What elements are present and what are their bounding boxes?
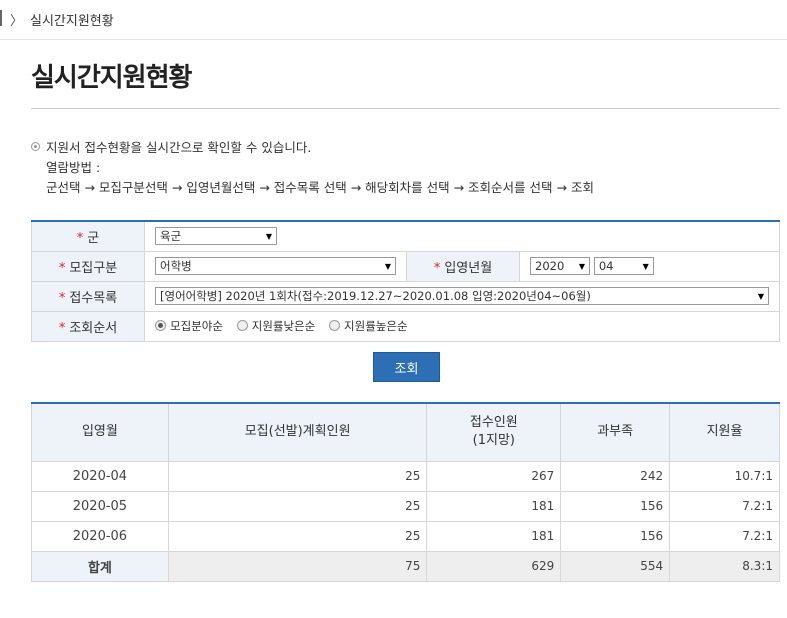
bullet-icon bbox=[31, 142, 40, 151]
radio-icon bbox=[329, 320, 341, 332]
table-total-row: 합계 75 629 554 8.3:1 bbox=[31, 550, 780, 582]
table-header-row: 입영월 모집(선발)계획인원 접수인원 (1지망) 과부족 지원율 bbox=[31, 402, 780, 462]
chevron-down-icon: ▼ bbox=[265, 231, 272, 241]
results-table: 입영월 모집(선발)계획인원 접수인원 (1지망) 과부족 지원율 2020-04… bbox=[31, 402, 780, 582]
table-row: 2020-05 25 181 156 7.2:1 bbox=[31, 490, 780, 522]
chevron-down-icon: ▼ bbox=[578, 261, 585, 271]
receipt-list-select[interactable]: [영어어학병] 2020년 1회차(접수:2019.12.27~2020.01.… bbox=[155, 287, 769, 305]
search-button[interactable]: 조회 bbox=[373, 352, 440, 382]
info-line-3: 군선택 → 모집구분선택 → 입영년월선택 → 접수목록 선택 → 해당회차를 … bbox=[46, 180, 594, 195]
breadcrumb-current[interactable]: 실시간지원현황 bbox=[30, 10, 114, 29]
chevron-down-icon: ▼ bbox=[384, 261, 391, 271]
order-radio-high[interactable]: 지원률높은순 bbox=[329, 318, 408, 334]
receipt-list-label: * 접수목록 bbox=[31, 280, 145, 312]
title-divider bbox=[31, 108, 780, 109]
breadcrumb: 〉 실시간지원현황 bbox=[0, 0, 787, 40]
year-select[interactable]: 2020 ▼ bbox=[530, 257, 590, 275]
page-title: 실시간지원현황 bbox=[31, 63, 192, 93]
info-line-1: 지원서 접수현황을 실시간으로 확인할 수 있습니다. bbox=[46, 140, 312, 155]
info-line-2: 열람방법 : bbox=[46, 160, 101, 175]
table-row: 2020-06 25 181 156 7.2:1 bbox=[31, 520, 780, 552]
col-surplus: 과부족 bbox=[560, 402, 671, 462]
month-select[interactable]: 04 ▼ bbox=[593, 257, 654, 275]
table-row: 2020-04 25 267 242 10.7:1 bbox=[31, 460, 780, 492]
recruit-type-select[interactable]: 어학병 ▼ bbox=[155, 257, 396, 275]
enlist-month-label: * 입영년월 bbox=[406, 250, 520, 282]
recruit-type-label: * 모집구분 bbox=[31, 250, 145, 282]
order-radio-low[interactable]: 지원률낮은순 bbox=[236, 318, 315, 334]
chevron-right-icon: 〉 bbox=[10, 14, 24, 29]
col-applicants: 접수인원 (1지망) bbox=[426, 402, 562, 462]
order-label: * 조회순서 bbox=[31, 310, 145, 342]
army-label: * 군 bbox=[31, 220, 145, 252]
info-text: 지원서 접수현황을 실시간으로 확인할 수 있습니다. 열람방법 : 군선택 →… bbox=[31, 138, 594, 198]
col-enlist-month: 입영월 bbox=[31, 402, 169, 462]
radio-checked-icon bbox=[155, 320, 166, 332]
army-select[interactable]: 육군 ▼ bbox=[155, 227, 277, 246]
col-ratio: 지원율 bbox=[669, 402, 780, 462]
chevron-down-icon: ▼ bbox=[757, 291, 764, 301]
search-form: * 군 육군 ▼ * 모집구분 어학병 ▼ * 입영년월 2020 ▼ 04 ▼ * 접수목록 bbox=[31, 220, 780, 342]
col-plan: 모집(선발)계획인원 bbox=[167, 402, 428, 462]
order-radio-field[interactable]: 모집분야순 bbox=[155, 318, 223, 334]
chevron-down-icon: ▼ bbox=[642, 261, 649, 271]
home-icon[interactable] bbox=[0, 10, 2, 26]
radio-icon bbox=[236, 320, 248, 332]
